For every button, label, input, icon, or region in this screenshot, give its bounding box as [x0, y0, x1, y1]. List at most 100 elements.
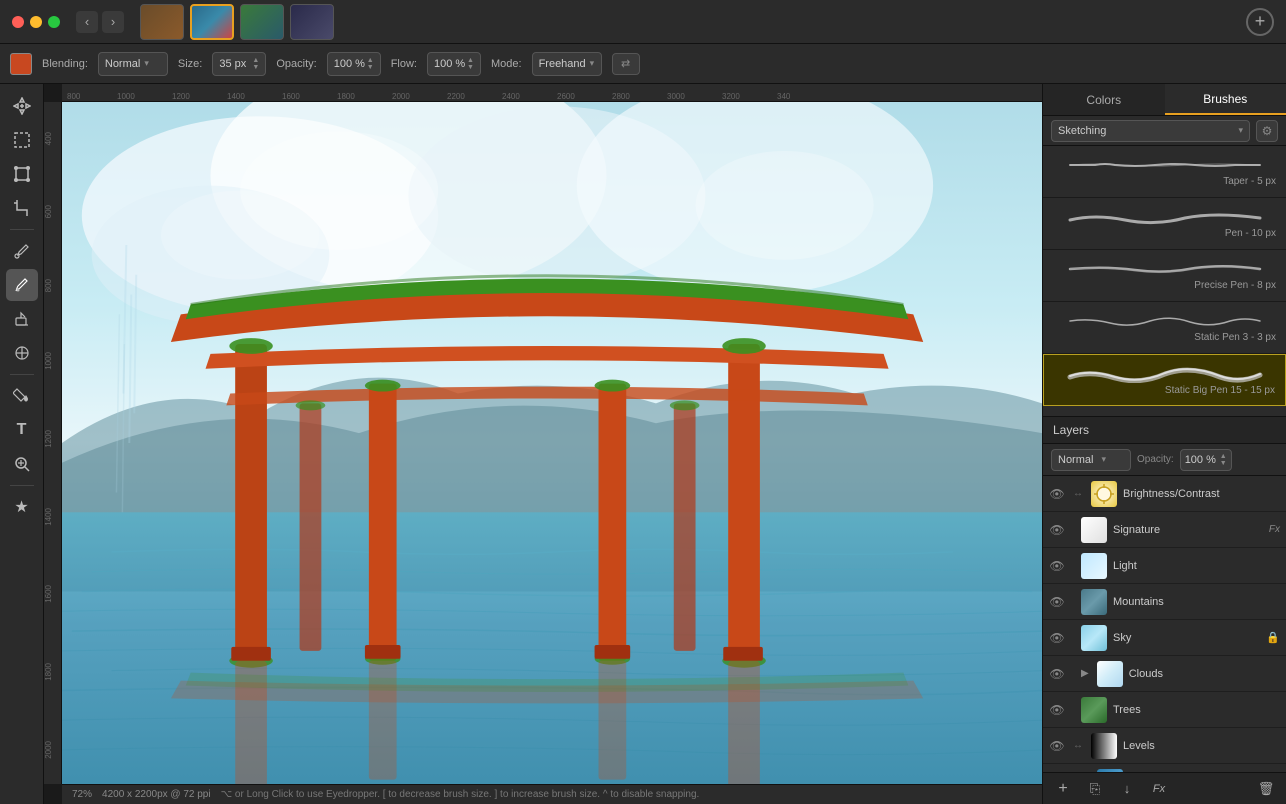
- layer-visibility-levels[interactable]: 👁: [1049, 738, 1065, 754]
- paint-brush-tool-button[interactable]: [6, 269, 38, 301]
- document-thumbnails: [140, 4, 334, 40]
- layer-item-clouds[interactable]: 👁 ▶ Clouds: [1043, 656, 1286, 692]
- doc-thumb-3[interactable]: [240, 4, 284, 40]
- close-button[interactable]: [12, 16, 24, 28]
- layer-opacity-stepper[interactable]: ▲ ▼: [1220, 453, 1227, 467]
- fill-tool-button[interactable]: [6, 380, 38, 412]
- layer-blend-select[interactable]: Normal ▾: [1051, 449, 1131, 471]
- layer-visibility-sky[interactable]: 👁: [1049, 630, 1065, 646]
- layer-visibility-signature[interactable]: 👁: [1049, 522, 1065, 538]
- doc-thumb-4[interactable]: [290, 4, 334, 40]
- transform-tool-button[interactable]: [6, 158, 38, 190]
- flow-input[interactable]: 100 % ▲ ▼: [427, 52, 481, 76]
- traffic-lights: [12, 16, 60, 28]
- layer-link-sky: [1071, 631, 1075, 645]
- clone-tool-button[interactable]: [6, 337, 38, 369]
- layer-opacity-input[interactable]: 100 % ▲ ▼: [1180, 449, 1232, 471]
- layers-toolbar: Normal ▾ Opacity: 100 % ▲ ▼: [1043, 444, 1286, 476]
- layer-item-levels[interactable]: 👁 ↔ Levels: [1043, 728, 1286, 764]
- layer-thumb-trees: [1081, 697, 1107, 723]
- layer-list: 👁 ↔ Brightness/Contrast 👁 Signature Fx 👁: [1043, 476, 1286, 772]
- size-up[interactable]: ▲: [252, 57, 259, 64]
- brush-item-staticbig[interactable]: Static Big Pen 15 - 15 px: [1043, 354, 1286, 406]
- layer-item-signature[interactable]: 👁 Signature Fx: [1043, 512, 1286, 548]
- layer-thumb-sky: [1081, 625, 1107, 651]
- layer-visibility-brightness[interactable]: 👁: [1049, 486, 1065, 502]
- flow-stepper[interactable]: ▲ ▼: [467, 57, 474, 71]
- delete-layer-button[interactable]: 🗑: [1254, 777, 1278, 801]
- layer-item-mountains[interactable]: 👁 Mountains: [1043, 584, 1286, 620]
- layer-visibility-mountains[interactable]: 👁: [1049, 594, 1065, 610]
- nav-forward-button[interactable]: ›: [102, 11, 124, 33]
- clouds-group-arrow[interactable]: ▶: [1081, 668, 1089, 679]
- layer-opacity-down[interactable]: ▼: [1220, 460, 1227, 467]
- tool-divider-2: [10, 374, 34, 375]
- canvas-painting[interactable]: [62, 102, 1042, 784]
- layer-thumb-light: [1081, 553, 1107, 579]
- brush-item-static3[interactable]: Static Pen 3 - 3 px: [1043, 302, 1286, 354]
- fx-layer-button[interactable]: Fx: [1147, 777, 1171, 801]
- layer-opacity-up[interactable]: ▲: [1220, 453, 1227, 460]
- layers-header: Layers: [1043, 416, 1286, 444]
- eyedropper-tool-button[interactable]: [6, 235, 38, 267]
- brush-category-select[interactable]: Sketching ▾: [1051, 120, 1250, 142]
- flow-up[interactable]: ▲: [467, 57, 474, 64]
- size-down[interactable]: ▼: [252, 64, 259, 71]
- download-layer-button[interactable]: ↓: [1115, 777, 1139, 801]
- size-input[interactable]: 35 px ▲ ▼: [212, 52, 266, 76]
- brush-item-wet[interactable]: Wet Pen - 50 px: [1043, 406, 1286, 416]
- duplicate-layer-button[interactable]: ⎘: [1083, 777, 1107, 801]
- mode-select[interactable]: Freehand ▾: [532, 52, 602, 76]
- layer-lock-sky: 🔒: [1266, 631, 1280, 644]
- size-stepper[interactable]: ▲ ▼: [252, 57, 259, 71]
- opacity-up[interactable]: ▲: [367, 57, 374, 64]
- opacity-down[interactable]: ▼: [367, 64, 374, 71]
- eraser-tool-button[interactable]: [6, 303, 38, 335]
- crop-tool-button[interactable]: [6, 192, 38, 224]
- opacity-stepper[interactable]: ▲ ▼: [367, 57, 374, 71]
- doc-thumb-1[interactable]: [140, 4, 184, 40]
- brush-item-taper[interactable]: Taper - 5 px: [1043, 146, 1286, 198]
- status-bar: 72% 4200 x 2200px @ 72 ppi ⌥ or Long Cli…: [62, 784, 1042, 804]
- nav-back-button[interactable]: ‹: [76, 11, 98, 33]
- color-swatch[interactable]: [10, 53, 32, 75]
- layer-item-brightness[interactable]: 👁 ↔ Brightness/Contrast: [1043, 476, 1286, 512]
- brush-settings-button[interactable]: ⚙: [1256, 120, 1278, 142]
- move-tool-button[interactable]: [6, 90, 38, 122]
- brush-item-pen[interactable]: Pen - 10 px: [1043, 198, 1286, 250]
- tab-brushes[interactable]: Brushes: [1165, 84, 1286, 115]
- toolbar: Blending: Normal ▾ Size: 35 px ▲ ▼ Opaci…: [0, 44, 1286, 84]
- layer-thumb-mountains: [1081, 589, 1107, 615]
- layers-bottom-toolbar: + ⎘ ↓ Fx 🗑: [1043, 772, 1286, 804]
- layer-thumb-brightness: [1091, 481, 1117, 507]
- layer-item-water[interactable]: 👁 ▶ Water: [1043, 764, 1286, 772]
- right-panel: Colors Brushes Sketching ▾ ⚙ Taper - 5 p…: [1042, 84, 1286, 804]
- tool-divider-1: [10, 229, 34, 230]
- favorites-tool-button[interactable]: ★: [6, 491, 38, 523]
- opacity-label: Opacity:: [276, 58, 316, 70]
- layer-item-sky[interactable]: 👁 Sky 🔒: [1043, 620, 1286, 656]
- layer-visibility-light[interactable]: 👁: [1049, 558, 1065, 574]
- brush-item-precise[interactable]: Precise Pen - 8 px: [1043, 250, 1286, 302]
- sync-button[interactable]: ⇄: [612, 53, 640, 75]
- fullscreen-button[interactable]: [48, 16, 60, 28]
- layer-visibility-clouds[interactable]: 👁: [1049, 666, 1065, 682]
- left-toolbar: T ★: [0, 84, 44, 804]
- select-rect-tool-button[interactable]: [6, 124, 38, 156]
- tab-colors[interactable]: Colors: [1043, 84, 1165, 115]
- layer-item-light[interactable]: 👁 Light: [1043, 548, 1286, 584]
- category-arrow-icon: ▾: [1238, 125, 1243, 136]
- opacity-input[interactable]: 100 % ▲ ▼: [327, 52, 381, 76]
- layers-title: Layers: [1053, 423, 1089, 437]
- add-document-button[interactable]: +: [1246, 8, 1274, 36]
- text-tool-button[interactable]: T: [6, 414, 38, 446]
- layer-visibility-trees[interactable]: 👁: [1049, 702, 1065, 718]
- zoom-tool-button[interactable]: [6, 448, 38, 480]
- flow-down[interactable]: ▼: [467, 64, 474, 71]
- minimize-button[interactable]: [30, 16, 42, 28]
- layer-item-trees[interactable]: 👁 Trees: [1043, 692, 1286, 728]
- blending-select[interactable]: Normal ▾: [98, 52, 168, 76]
- add-layer-button[interactable]: +: [1051, 777, 1075, 801]
- canvas-area: 800 1000 1200 1400 1600 1800 2000 2200 2…: [44, 84, 1042, 804]
- doc-thumb-2[interactable]: [190, 4, 234, 40]
